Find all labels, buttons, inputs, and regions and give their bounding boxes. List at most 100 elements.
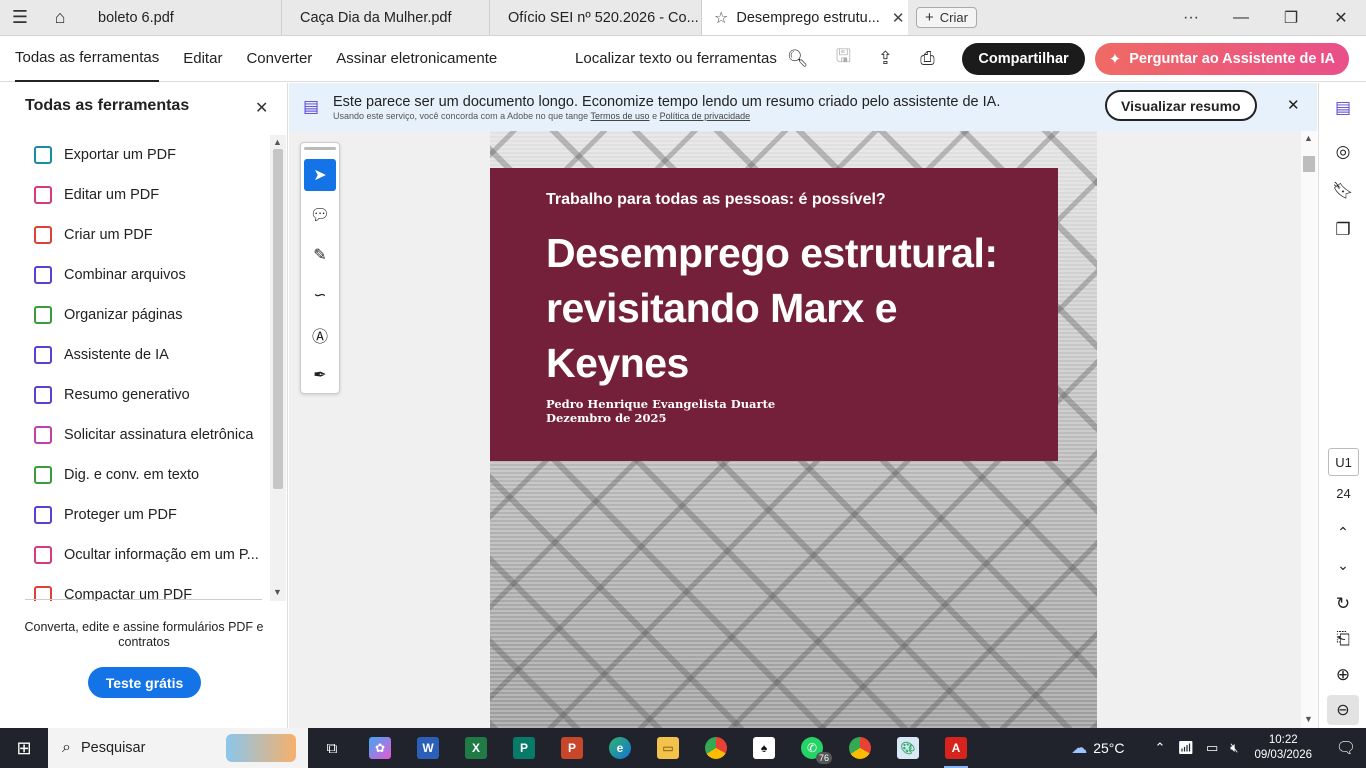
zoom-in-icon[interactable]: ⊕ [1333, 665, 1353, 685]
highlight-pen-icon[interactable]: ✎ [304, 239, 336, 271]
powerpoint-icon[interactable]: P [548, 728, 596, 768]
page-thumbnails-icon[interactable]: ❐ [1333, 220, 1353, 240]
chrome-icon[interactable] [692, 728, 740, 768]
tool-item[interactable]: Resumo generativo [0, 375, 270, 415]
scroll-up-icon[interactable]: ▲ [1304, 133, 1313, 143]
hamburger-menu-icon[interactable]: ☰ [0, 0, 40, 35]
rotate-icon[interactable]: ↻ [1333, 594, 1353, 614]
free-trial-button[interactable]: Teste grátis [88, 667, 201, 698]
find-text-or-tools[interactable]: Localizar texto ou ferramentas 🔍︎ [575, 49, 808, 69]
banner-text: Este parece ser um documento longo. Econ… [333, 94, 1000, 121]
fit-page-icon[interactable]: ⎗ [1333, 629, 1353, 649]
tool-item[interactable]: Exportar um PDF [0, 135, 270, 175]
publisher-icon[interactable]: P [500, 728, 548, 768]
save-icon[interactable]: 🖫 [822, 44, 864, 74]
tool-item[interactable]: Dig. e conv. em texto [0, 455, 270, 495]
chevron-up-icon[interactable]: ⌃ [1155, 740, 1166, 756]
menu-convert[interactable]: Converter [246, 36, 312, 82]
panel-scrollbar[interactable]: ▲ ▼ [270, 135, 286, 601]
drag-handle[interactable] [304, 147, 336, 150]
battery-icon[interactable]: ▭ [1206, 740, 1218, 756]
wifi-icon[interactable]: 📶︎ [1177, 740, 1194, 756]
tab-boleto[interactable]: boleto 6.pdf [80, 0, 282, 35]
text-box-icon[interactable]: Ⓐ [304, 319, 336, 351]
next-page-icon[interactable]: ⌄ [1333, 555, 1353, 575]
view-summary-button[interactable]: Visualizar resumo [1105, 90, 1257, 121]
scroll-up-icon[interactable]: ▲ [273, 137, 282, 147]
word-icon[interactable]: W [404, 728, 452, 768]
new-tab-button[interactable]: + Criar [916, 7, 977, 28]
taskbar-search[interactable]: ⌕ Pesquisar [48, 728, 308, 768]
current-page-input[interactable]: U1 [1328, 448, 1359, 476]
generative-summary-icon[interactable]: ▤ [1333, 98, 1353, 118]
share-button[interactable]: Compartilhar [962, 42, 1085, 75]
volume-muted-icon[interactable]: 🔇︎ [1230, 740, 1238, 756]
document-author: Pedro Henrique Evangelista Duarte [546, 397, 776, 411]
close-tab-icon[interactable]: ✕ [880, 9, 905, 27]
comments-icon[interactable]: ◎ [1333, 142, 1353, 162]
document-viewer[interactable]: Trabalho para todas as pessoas: é possív… [289, 131, 1301, 728]
scroll-down-icon[interactable]: ▼ [1304, 714, 1313, 724]
windows-taskbar: ⊞ ⌕ Pesquisar ⧉ ✿ W X P P e ▭ ♠ ✆ 76 🎨︎ … [0, 728, 1366, 768]
chrome-profile-icon[interactable] [836, 728, 884, 768]
task-view-icon[interactable]: ⧉ [308, 728, 356, 768]
tab-oficio-sei[interactable]: Ofício SEI nº 520.2026 - Co... [490, 0, 702, 35]
pdf-page[interactable]: Trabalho para todas as pessoas: é possív… [490, 131, 1097, 728]
tool-item[interactable]: Combinar arquivos [0, 255, 270, 295]
close-panel-icon[interactable]: ✕ [255, 98, 268, 118]
terms-of-use-link[interactable]: Termos de uso [591, 111, 650, 121]
tool-item[interactable]: Solicitar assinatura eletrônica [0, 415, 270, 455]
close-banner-icon[interactable]: ✕ [1287, 96, 1300, 114]
privacy-policy-link[interactable]: Política de privacidade [660, 111, 751, 121]
document-scrollbar[interactable]: ▲ ▼ [1301, 131, 1317, 728]
zoom-out-button[interactable]: ⊖ [1327, 695, 1359, 725]
windows-start-icon[interactable]: ⊞ [0, 728, 48, 768]
bookmarks-icon[interactable]: 🔖︎ [1332, 181, 1354, 201]
select-cursor-icon[interactable]: ➤ [304, 159, 336, 191]
previous-page-icon[interactable]: ⌃ [1333, 522, 1353, 542]
file-explorer-icon[interactable]: ▭ [644, 728, 692, 768]
draw-freehand-icon[interactable]: ∽ [304, 279, 336, 311]
whatsapp-icon[interactable]: ✆ 76 [788, 728, 836, 768]
excel-icon[interactable]: X [452, 728, 500, 768]
tool-item[interactable]: Organizar páginas [0, 295, 270, 335]
system-clock[interactable]: 10:22 09/03/2026 [1254, 733, 1312, 763]
notifications-icon[interactable]: 🗨︎ [1326, 738, 1366, 758]
scrollbar-thumb[interactable] [1303, 156, 1315, 172]
weather-widget[interactable]: ☁ 25°C [1071, 738, 1124, 758]
solitaire-icon[interactable]: ♠ [740, 728, 788, 768]
copilot-icon[interactable]: ✿ [356, 728, 404, 768]
tool-item[interactable]: Ocultar informação em um P... [0, 535, 270, 575]
export-pdf-icon [34, 146, 52, 164]
add-comment-icon[interactable]: 💬︎ [304, 199, 336, 231]
tool-item[interactable]: Compactar um PDF [0, 575, 270, 601]
tab-desemprego-estrutural[interactable]: ☆ Desemprego estrutu... ✕ [702, 0, 908, 35]
star-icon[interactable]: ☆ [714, 8, 728, 28]
menu-e-sign[interactable]: Assinar eletronicamente [336, 36, 497, 82]
edge-icon[interactable]: e [596, 728, 644, 768]
scroll-down-icon[interactable]: ▼ [273, 587, 282, 597]
tool-item[interactable]: Criar um PDF [0, 215, 270, 255]
acrobat-icon[interactable]: A [932, 728, 980, 768]
tool-item[interactable]: Proteger um PDF [0, 495, 270, 535]
menu-edit[interactable]: Editar [183, 36, 222, 82]
more-options-icon[interactable]: ··· [1166, 0, 1216, 36]
home-icon[interactable]: ⌂ [40, 0, 80, 35]
maximize-icon[interactable]: ❐ [1266, 0, 1316, 36]
ai-button-label: Perguntar ao Assistente de IA [1129, 50, 1335, 67]
tools-list: Exportar um PDF Editar um PDF Criar um PDF… [0, 135, 270, 601]
ask-ai-assistant-button[interactable]: ✦ Perguntar ao Assistente de IA [1094, 42, 1349, 75]
minimize-icon[interactable]: — [1216, 0, 1266, 36]
print-icon[interactable]: ⎙ [906, 48, 948, 69]
tab-caca-dia-da-mulher[interactable]: Caça Dia da Mulher.pdf [282, 0, 490, 35]
tab-title: Ofício SEI nº 520.2026 - Co... [508, 9, 699, 26]
sign-icon[interactable]: ✒ [304, 359, 336, 391]
tool-item[interactable]: Editar um PDF [0, 175, 270, 215]
menu-all-tools[interactable]: Todas as ferramentas [15, 36, 160, 82]
close-window-icon[interactable]: ✕ [1316, 0, 1366, 36]
tool-item[interactable]: Assistente de IA [0, 335, 270, 375]
paint-icon[interactable]: 🎨︎ [884, 728, 932, 768]
upload-cloud-icon[interactable]: ⇪ [864, 48, 906, 69]
tool-label: Assistente de IA [64, 347, 169, 363]
scrollbar-thumb[interactable] [273, 149, 283, 489]
